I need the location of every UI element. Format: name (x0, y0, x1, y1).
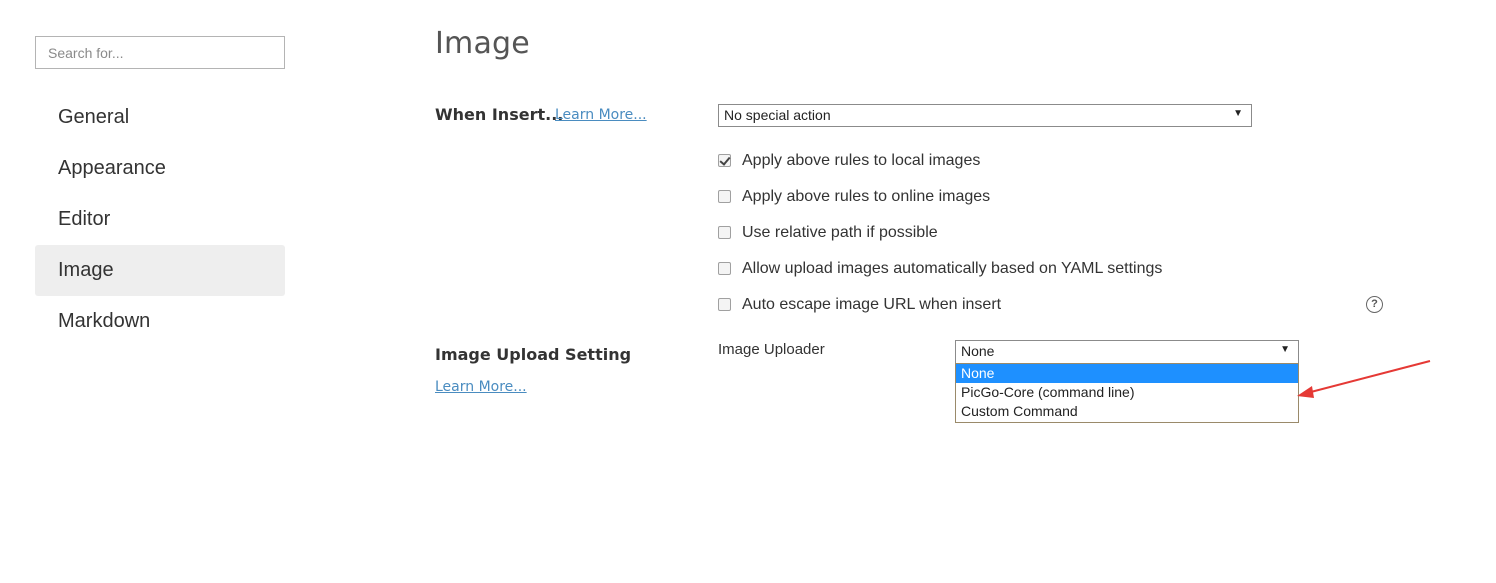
checkbox-row-relative-path: Use relative path if possible (718, 223, 938, 243)
checkbox-relative-path[interactable] (718, 225, 731, 239)
question-circle-icon[interactable]: ? (1366, 296, 1383, 313)
image-upload-learn-more-link[interactable]: Learn More... (435, 379, 527, 395)
image-uploader-dropdown: None PicGo-Core (command line) Custom Co… (955, 363, 1299, 423)
checkbox-row-local-images: Apply above rules to local images (718, 151, 980, 171)
when-insert-select[interactable]: No special action ▼ (718, 104, 1252, 127)
search-input[interactable] (35, 36, 285, 69)
checkbox-label: Apply above rules to online images (742, 188, 991, 205)
nav-item-editor[interactable]: Editor (35, 194, 285, 245)
image-upload-setting-label: Image Upload Setting (435, 345, 632, 364)
settings-nav: General Appearance Editor Image Markdown (35, 92, 285, 347)
checkbox-online-images[interactable] (718, 189, 731, 203)
checkbox-auto-escape[interactable] (718, 297, 731, 311)
image-uploader-select-value: None (961, 343, 995, 359)
uploader-option-picgo-core[interactable]: PicGo-Core (command line) (956, 383, 1298, 402)
uploader-option-none[interactable]: None (956, 364, 1298, 383)
settings-sidebar: General Appearance Editor Image Markdown (35, 36, 285, 332)
uploader-option-custom-command[interactable]: Custom Command (956, 402, 1298, 421)
image-uploader-label: Image Uploader (718, 341, 825, 358)
checkbox-label: Auto escape image URL when insert (742, 296, 1002, 313)
checkbox-row-auto-escape: Auto escape image URL when insert (718, 295, 1001, 315)
when-insert-label: When Insert... (435, 105, 564, 124)
annotation-arrow-shaft (1306, 360, 1431, 394)
image-uploader-select[interactable]: None ▼ (955, 340, 1299, 364)
when-insert-select-value: No special action (724, 107, 831, 123)
nav-item-general[interactable]: General (35, 92, 285, 143)
caret-down-icon: ▼ (1280, 344, 1290, 355)
nav-item-markdown[interactable]: Markdown (35, 296, 285, 347)
page-title: Image (435, 26, 530, 61)
annotation-arrow-head (1297, 386, 1314, 398)
checkbox-local-images[interactable] (718, 153, 731, 167)
nav-item-image[interactable]: Image (35, 245, 285, 296)
checkbox-row-online-images: Apply above rules to online images (718, 187, 990, 207)
when-insert-learn-more-link[interactable]: Learn More... (555, 107, 647, 123)
checkbox-label: Allow upload images automatically based … (742, 260, 1163, 277)
checkbox-yaml-upload[interactable] (718, 261, 731, 275)
nav-item-appearance[interactable]: Appearance (35, 143, 285, 194)
checkbox-label: Use relative path if possible (742, 224, 938, 241)
checkbox-label: Apply above rules to local images (742, 152, 981, 169)
caret-down-icon: ▼ (1233, 108, 1243, 119)
checkbox-row-yaml-upload: Allow upload images automatically based … (718, 259, 1162, 279)
